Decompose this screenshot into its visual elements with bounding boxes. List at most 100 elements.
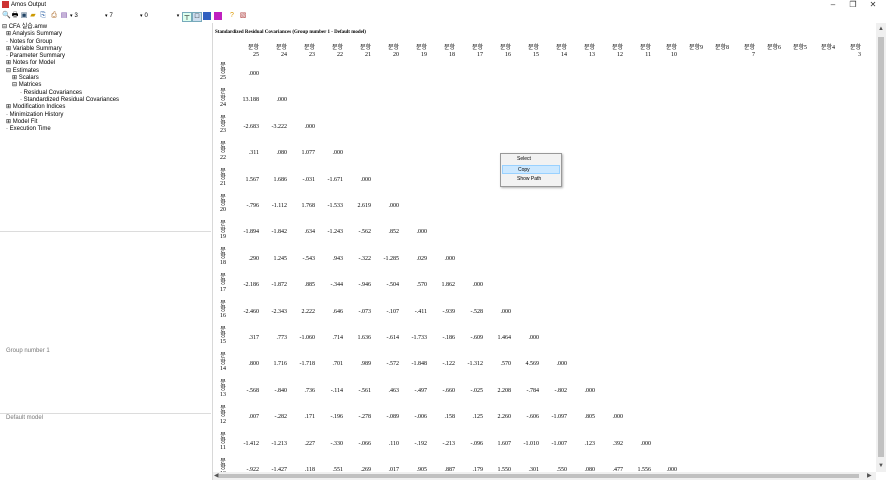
vertical-scroll-thumb[interactable] [878, 37, 884, 457]
column-header: 문항 13 [569, 45, 595, 59]
copy-icon[interactable]: ⎙ [50, 12, 58, 20]
options-icon[interactable]: ⎘ [39, 12, 47, 20]
output-icon[interactable]: ▧ [239, 12, 247, 20]
column-header-top: 문항9 [688, 45, 703, 51]
collapse-icon[interactable]: ⊟ [2, 24, 7, 30]
table-cell: -1.097 [551, 414, 568, 421]
tree-item-variable-summary[interactable]: ⊞ Variable Summary [2, 46, 119, 53]
table-cell: .000 [416, 229, 428, 236]
table-cell: -.192 [414, 440, 428, 447]
row-label: 문항24 [220, 89, 226, 108]
pane-divider[interactable] [0, 231, 211, 232]
tree-item-residual-covariances[interactable]: · Residual Covariances [2, 90, 119, 97]
maximize-button[interactable]: ❐ [846, 0, 860, 10]
help-icon[interactable]: ? [228, 12, 236, 20]
decimals-combo[interactable]: ▾ 3 [70, 12, 78, 20]
table-cell: 2.260 [497, 414, 512, 421]
table-cell: 1.686 [273, 176, 288, 183]
format2-icon[interactable] [203, 12, 211, 20]
column-width-combo[interactable]: ▾ 7 [105, 12, 113, 20]
table-cell: 1.567 [245, 176, 260, 183]
table-width-combo[interactable]: ▾ 0 [140, 12, 148, 20]
tree-item-notes-for-group[interactable]: · Notes for Group [2, 39, 119, 46]
context-menu-select[interactable]: Select [502, 155, 560, 164]
view-icon[interactable]: ▤ [60, 12, 68, 20]
column-header-top: 문항 [743, 45, 755, 51]
table-cell: -1.213 [271, 440, 288, 447]
table-cell: -1.312 [467, 361, 484, 368]
tree-item-standardized-residual-covariances[interactable]: · Standardized Residual Covariances [2, 96, 120, 105]
minimize-button[interactable]: – [826, 0, 840, 10]
tree-item-modification-indices[interactable]: ⊞ Modification Indices [2, 104, 119, 111]
row-label: 문항22 [220, 142, 226, 161]
format1-icon[interactable]: □ [192, 12, 202, 22]
table-cell: .007 [248, 414, 260, 421]
expand-icon[interactable]: ⊞ [6, 60, 11, 66]
tree-item-model-fit[interactable]: ⊞ Model Fit [2, 119, 119, 126]
row-label: 문항17 [220, 274, 226, 293]
tree-item-execution-time[interactable]: · Execution Time [2, 126, 119, 133]
scroll-up-icon[interactable]: ▲ [877, 25, 885, 33]
close-button[interactable]: ✕ [866, 0, 880, 10]
print-icon[interactable]: 🖶 [11, 12, 19, 20]
table-cell: -1.848 [411, 361, 428, 368]
column-header-top: 문항 [499, 45, 511, 51]
table-cell: -1.894 [243, 229, 260, 236]
tree-item-notes-for-model[interactable]: ⊞ Notes for Model [2, 60, 119, 67]
group-pane-label[interactable]: Group number 1 [6, 348, 50, 354]
table-cell: .000 [584, 387, 596, 394]
expand-icon[interactable]: ⊞ [6, 119, 11, 125]
expand-icon[interactable]: ⊞ [6, 104, 11, 110]
table-cell: .125 [472, 414, 484, 421]
table-cell: -1.010 [523, 440, 540, 447]
table-cell: .943 [332, 255, 344, 262]
table-cell: -.006 [414, 414, 428, 421]
expand-icon[interactable]: ⊞ [6, 46, 11, 52]
expand-icon[interactable]: ⊞ [12, 75, 17, 81]
table-cell: 1.636 [357, 335, 372, 341]
context-menu-show-path[interactable]: Show Path [502, 175, 560, 184]
table-cell: 1.245 [273, 255, 288, 262]
collapse-icon[interactable]: ⊟ [6, 68, 11, 74]
scroll-left-icon[interactable]: ◀ [214, 472, 219, 480]
table-cell: -.278 [358, 414, 372, 421]
tree-item-root[interactable]: ⊟ CFA 실습.amw [2, 24, 119, 31]
scroll-down-icon[interactable]: ▼ [877, 462, 885, 470]
collapse-icon[interactable]: ⊟ [12, 82, 17, 88]
table-cell: .000 [388, 203, 400, 209]
row-label: 문항15 [220, 327, 226, 346]
open-icon[interactable]: ▰ [29, 12, 37, 20]
tree-item-parameter-summary[interactable]: · Parameter Summary [2, 53, 119, 60]
table-cell: .646 [332, 308, 344, 315]
table-cell: -2.343 [271, 308, 288, 315]
model-pane-label[interactable]: Default model [6, 415, 43, 421]
horizontal-scroll-thumb[interactable] [219, 474, 859, 478]
window-title: Amos Output [11, 2, 47, 8]
tree-item-scalars[interactable]: ⊞ Scalars [2, 75, 119, 82]
tree-item-analysis-summary[interactable]: ⊞ Analysis Summary [2, 31, 119, 38]
page-setup-icon[interactable]: ▣ [20, 12, 28, 20]
tree-item-matrices[interactable]: ⊟ Matrices [2, 82, 119, 89]
table-cell: -.213 [442, 440, 456, 447]
table-cell: .701 [332, 361, 344, 368]
table-cell: 2.222 [301, 308, 316, 315]
table-cell: .158 [444, 414, 456, 421]
horizontal-scrollbar[interactable]: ◀ ▶ [213, 472, 876, 480]
format3-icon[interactable] [214, 12, 222, 20]
tree-item-estimates[interactable]: ⊟ Estimates [2, 68, 119, 75]
table-cell: -2.683 [243, 123, 260, 130]
expand-icon[interactable]: ⊞ [6, 31, 11, 37]
row-label: 문항21 [220, 168, 226, 187]
dropdown-icon[interactable]: ▾ [174, 12, 182, 20]
column-header-bottom: 10 [671, 52, 677, 58]
column-header-top: 문항 [331, 45, 343, 51]
context-menu-copy[interactable]: Copy [502, 165, 560, 174]
vertical-scrollbar[interactable]: ▲ ▼ [876, 23, 886, 472]
preview-icon[interactable]: 🔍 [2, 12, 11, 20]
table-icon[interactable]: ┬ [182, 12, 192, 22]
column-header-top: 문항 [583, 45, 595, 51]
scroll-right-icon[interactable]: ▶ [867, 472, 872, 480]
table-cell: -.096 [470, 440, 484, 447]
pane-divider[interactable] [0, 413, 211, 414]
tree-item-minimization-history[interactable]: · Minimization History [2, 112, 119, 119]
